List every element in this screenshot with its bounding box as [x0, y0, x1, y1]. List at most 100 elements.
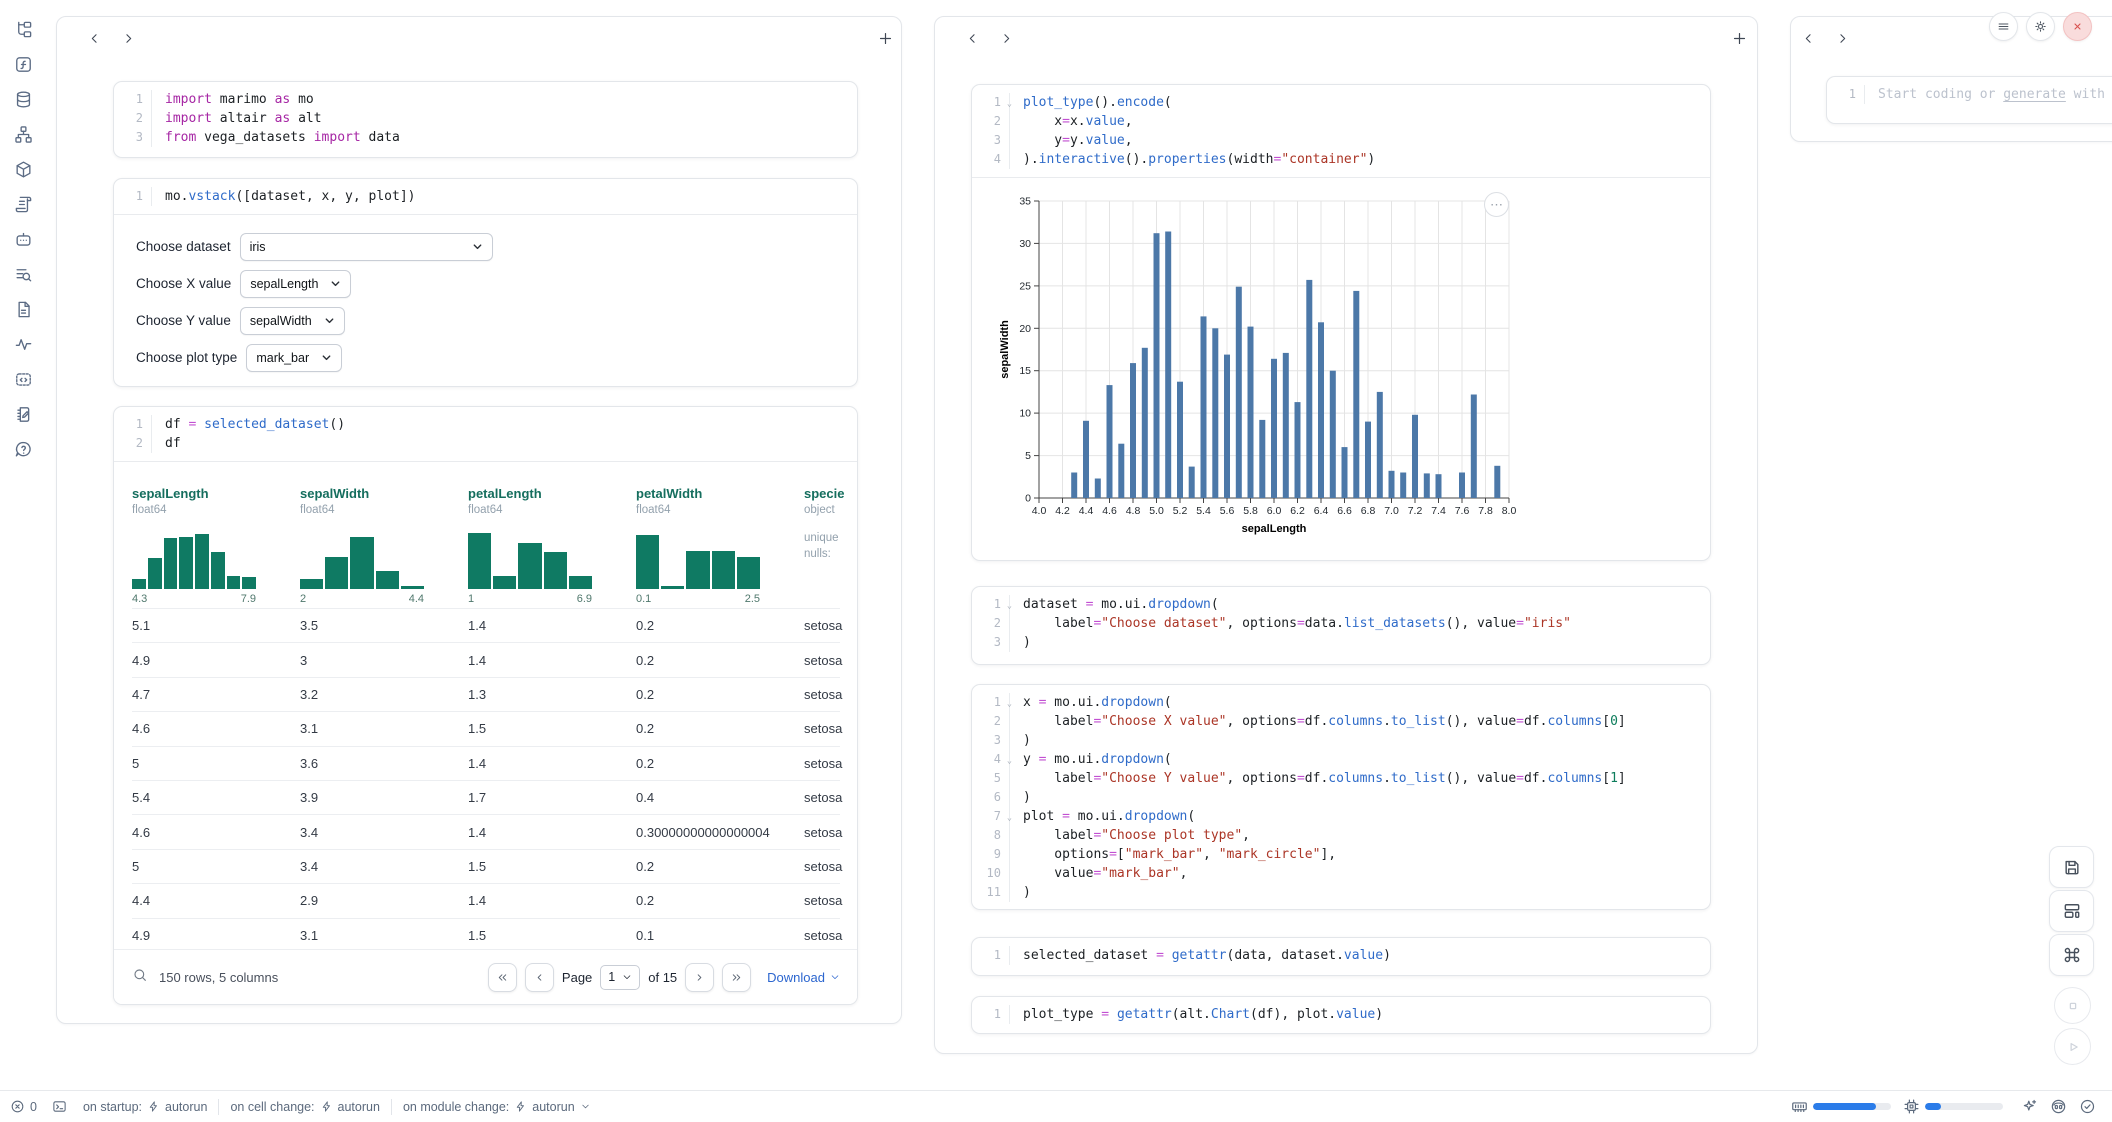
dropdown-value: sepalLength	[250, 277, 318, 291]
ai-assist-button[interactable]	[2021, 1098, 2038, 1115]
settings-button[interactable]	[2026, 12, 2055, 41]
table-column-header[interactable]: petalLengthfloat6416.9	[468, 486, 636, 608]
table-row: 5.43.91.70.4setosa	[132, 780, 840, 814]
svg-text:6.6: 6.6	[1337, 505, 1352, 517]
svg-text:10: 10	[1019, 408, 1031, 420]
table-cell: 4.9	[132, 653, 300, 668]
chart-actions-button[interactable]: ⋯	[1484, 192, 1509, 217]
help-icon[interactable]	[14, 440, 33, 459]
code-editor[interactable]: 1 Start coding or generate with AI	[1827, 77, 2112, 112]
run-setting-label: on cell change:	[230, 1100, 314, 1114]
dropdown-select[interactable]: mark_bar	[246, 344, 342, 372]
scratchpad-icon[interactable]	[14, 405, 33, 424]
page-select[interactable]: 1	[600, 965, 640, 990]
download-button[interactable]: Download	[767, 970, 840, 985]
copilot-button[interactable]	[2050, 1098, 2067, 1115]
table-column-header[interactable]: petalWidthfloat640.12.5	[636, 486, 804, 608]
column-range: 0.12.5	[636, 593, 760, 608]
svg-text:15: 15	[1019, 365, 1031, 377]
table-cell: setosa	[804, 687, 844, 702]
table-header-row: sepalLengthfloat644.37.9sepalWidthfloat6…	[132, 486, 840, 608]
packages-icon[interactable]	[14, 160, 33, 179]
table-column-header[interactable]: sepalLengthfloat644.37.9	[132, 486, 300, 608]
notebook-menu-button[interactable]	[1989, 12, 2018, 41]
column-name: petalLength	[468, 486, 624, 501]
add-column-button[interactable]	[877, 30, 894, 47]
column-scroll-right-button[interactable]	[1835, 31, 1851, 47]
table-column-header[interactable]: speciesobjectuniquenulls:	[804, 486, 844, 608]
functions-icon[interactable]	[14, 55, 33, 74]
code-editor[interactable]: 1plot_type = getattr(alt.Chart(df), plot…	[972, 997, 1710, 1032]
documentation-icon[interactable]	[14, 300, 33, 319]
table-cell: 2.9	[300, 893, 468, 908]
table-column-header[interactable]: sepalWidthfloat6424.4	[300, 486, 468, 608]
table-cell: setosa	[804, 825, 844, 840]
code-text: value="mark_bar",	[1009, 864, 1710, 883]
dropdown-select[interactable]: iris	[240, 233, 493, 261]
error-count-button[interactable]: 0	[10, 1099, 37, 1114]
column-scroll-left-button[interactable]	[965, 31, 981, 47]
run-setting-3[interactable]: on module change:autorun	[403, 1100, 591, 1114]
cpu-meter	[1925, 1103, 2003, 1110]
outline-icon[interactable]	[14, 265, 33, 284]
tracing-icon[interactable]	[14, 335, 33, 354]
code-editor[interactable]: 1df = selected_dataset()2df	[114, 407, 857, 461]
run-setting-1[interactable]: on startup:autorun	[83, 1100, 207, 1114]
dependencies-icon[interactable]	[14, 125, 33, 144]
line-number: 2	[972, 712, 1009, 731]
shutdown-button[interactable]	[2063, 12, 2092, 41]
code-editor[interactable]: 1⌄dataset = mo.ui.dropdown(2 label="Choo…	[972, 587, 1710, 660]
code-editor[interactable]: 1mo.vstack([dataset, x, y, plot])	[114, 179, 857, 214]
search-icon[interactable]	[132, 967, 148, 988]
prev-page-button[interactable]	[525, 963, 554, 992]
code-editor[interactable]: 1⌄plot_type().encode(2 x=x.value,3 y=y.v…	[972, 85, 1710, 178]
code-line: 2import altair as alt	[114, 109, 857, 128]
bar-chart[interactable]: 4.04.24.44.64.85.05.25.45.65.86.06.26.46…	[997, 183, 1537, 543]
logs-icon[interactable]	[14, 195, 33, 214]
column-scroll-left-button[interactable]	[1801, 31, 1817, 47]
dropdown-select[interactable]: sepalWidth	[240, 307, 345, 335]
empty-cell-placeholder[interactable]: Start coding or generate with AI	[1864, 85, 2112, 104]
dataframe-table: sepalLengthfloat644.37.9sepalWidthfloat6…	[114, 462, 857, 952]
file-tree-icon[interactable]	[14, 20, 33, 39]
column-scroll-right-button[interactable]	[999, 31, 1015, 47]
column-scroll-right-button[interactable]	[121, 31, 137, 47]
code-editor[interactable]: 1selected_dataset = getattr(data, datase…	[972, 938, 1710, 973]
table-cell: 3.5	[300, 618, 468, 633]
generate-with-ai-link[interactable]: generate	[2003, 87, 2066, 102]
run-setting-2[interactable]: on cell change:autorun	[230, 1100, 380, 1114]
run-setting-label: on module change:	[403, 1100, 509, 1114]
code-editor[interactable]: 1import marimo as mo2import altair as al…	[114, 82, 857, 155]
column-name: petalWidth	[636, 486, 792, 501]
histogram-bar	[569, 576, 592, 589]
status-bar: 0 on startup:autorun on cell change:autor…	[0, 1090, 2112, 1122]
save-button[interactable]	[2049, 846, 2094, 888]
ram-meter-fill	[1813, 1103, 1876, 1110]
column-histogram	[132, 525, 256, 589]
first-page-button[interactable]	[488, 963, 517, 992]
code-editor[interactable]: 1⌄x = mo.ui.dropdown(2 label="Choose X v…	[972, 685, 1710, 910]
next-page-button[interactable]	[685, 963, 714, 992]
chat-icon[interactable]	[14, 230, 33, 249]
code-text: import altair as alt	[151, 109, 857, 128]
table-cell: 3.1	[300, 721, 468, 736]
terminal-button[interactable]	[52, 1099, 67, 1114]
column-scroll-left-button[interactable]	[87, 31, 103, 47]
table-cell: 5.4	[132, 790, 300, 805]
add-column-button[interactable]	[1731, 30, 1748, 47]
dataframe-output: sepalLengthfloat644.37.9sepalWidthfloat6…	[114, 461, 857, 1004]
snippets-icon[interactable]	[14, 370, 33, 389]
divider	[218, 1099, 219, 1115]
connection-status-button[interactable]	[2079, 1098, 2096, 1115]
code-text: label="Choose dataset", options=data.lis…	[1009, 614, 1710, 633]
column-meta: uniquenulls:	[804, 530, 844, 562]
command-palette-button[interactable]	[2049, 934, 2094, 976]
run-button[interactable]	[2054, 1028, 2091, 1065]
stop-button[interactable]	[2054, 987, 2091, 1024]
code-text: )	[1009, 883, 1710, 902]
svg-text:4.4: 4.4	[1079, 505, 1094, 517]
layout-toggle-button[interactable]	[2049, 890, 2094, 932]
data-sources-icon[interactable]	[14, 90, 33, 109]
dropdown-select[interactable]: sepalLength	[240, 270, 351, 298]
last-page-button[interactable]	[722, 963, 751, 992]
